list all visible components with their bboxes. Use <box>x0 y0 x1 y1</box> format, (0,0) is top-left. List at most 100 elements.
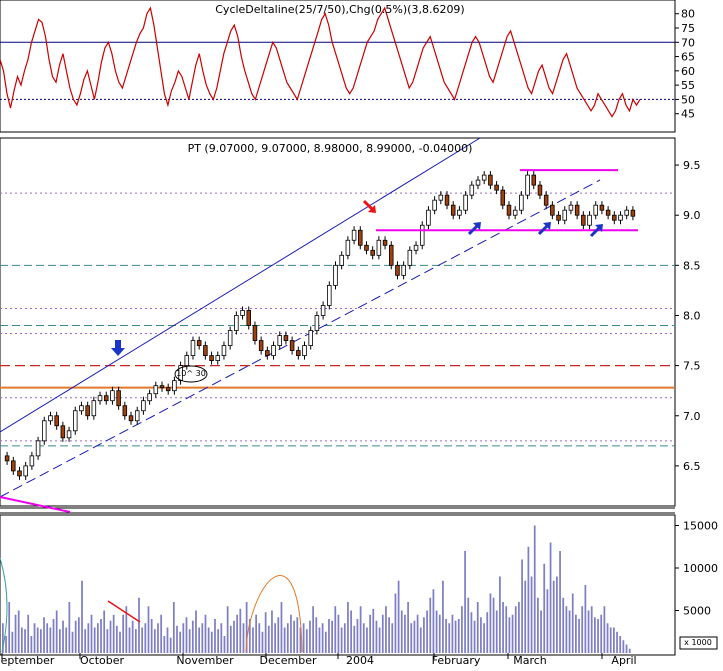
volume-bar <box>502 602 504 653</box>
candle-body <box>196 340 202 346</box>
volume-bar <box>309 620 311 653</box>
volume-bar <box>578 619 580 653</box>
price-tick-label: 8.5 <box>683 259 701 272</box>
volume-bar <box>483 623 485 653</box>
candle-body <box>91 400 97 417</box>
volume-bar <box>508 617 511 653</box>
volume-bar <box>600 614 603 653</box>
candle-body <box>97 395 103 402</box>
volume-bar <box>14 614 17 653</box>
volume-unit-label: x 1000 <box>684 638 712 647</box>
volume-bar <box>160 614 163 653</box>
candle-body <box>388 244 394 266</box>
volume-bar <box>239 608 242 653</box>
candle-body <box>110 390 115 402</box>
volume-bar <box>426 610 428 653</box>
volume-bar <box>590 606 593 653</box>
volume-bar <box>36 627 39 653</box>
magenta-trend-line <box>0 496 71 513</box>
volume-bar <box>575 614 577 653</box>
candle-body <box>481 174 487 181</box>
blue-down-arrow-icon <box>111 340 125 356</box>
oscillator-title: CycleDeltaline(25/7/50),Chg(0.5%)(3,8.62… <box>215 3 464 16</box>
volume-bar <box>27 614 30 653</box>
candle-body <box>401 264 406 276</box>
volume-bar <box>476 602 479 653</box>
volume-bar <box>182 623 185 653</box>
volume-bar <box>119 631 121 653</box>
candle-body <box>48 415 53 422</box>
volume-bar <box>537 597 539 653</box>
candle-body <box>35 440 41 457</box>
volume-bar <box>448 623 451 653</box>
price-tick-label: 9.0 <box>683 209 701 222</box>
volume-bar <box>404 614 406 653</box>
volume-bar <box>613 627 615 653</box>
volume-bar <box>606 623 609 653</box>
month-label: September <box>0 654 55 667</box>
candle-body <box>277 335 282 346</box>
volume-bar <box>74 620 77 653</box>
volume-bar <box>157 623 159 653</box>
volume-bar <box>226 606 229 653</box>
volume-bar <box>391 623 394 653</box>
candle-body <box>618 214 623 221</box>
volume-bar <box>185 617 188 653</box>
month-label: February <box>432 654 481 667</box>
volume-bar <box>55 610 58 653</box>
volume-bar <box>20 627 23 653</box>
month-label: October <box>80 654 124 667</box>
volume-bar <box>131 620 134 653</box>
volume-bar <box>362 623 365 653</box>
price-title: PT (9.07000, 9.07000, 8.98000, 8.99000, … <box>188 142 473 155</box>
volume-bar <box>312 606 314 653</box>
volume-bar <box>495 610 498 653</box>
volume-bar <box>223 636 226 653</box>
candle-body <box>54 415 59 427</box>
volume-bar <box>410 623 413 653</box>
candle-body <box>190 340 196 356</box>
volume-bar <box>302 623 305 653</box>
volume-bar <box>96 623 99 653</box>
candle-body <box>599 204 605 211</box>
volume-bar <box>153 629 156 653</box>
volume-bar <box>457 619 460 653</box>
oscillator-tick-label: 60 <box>681 65 695 78</box>
candle-body <box>215 355 221 362</box>
candle-body <box>593 204 598 216</box>
volume-bar <box>416 614 419 653</box>
price-tick-label: 6.5 <box>683 460 701 473</box>
blue-arrow-shaft <box>589 226 601 238</box>
volume-bar <box>106 629 109 653</box>
volume-bar <box>609 627 612 653</box>
candle-body <box>444 194 450 206</box>
volume-bar <box>229 625 232 653</box>
candle-body <box>488 174 493 186</box>
month-label: 2004 <box>346 654 374 667</box>
candle-body <box>333 264 338 286</box>
volume-bar <box>461 606 463 653</box>
candle-body <box>209 355 214 362</box>
volume-bar <box>315 617 318 653</box>
volume-bar <box>337 614 340 653</box>
oscillator-tick-label: 45 <box>681 108 695 121</box>
candle-body <box>203 345 208 356</box>
volume-bar <box>33 623 36 653</box>
circle-label: 10^ 30 <box>176 369 206 378</box>
volume-bar <box>473 620 476 653</box>
candle-body <box>234 315 239 331</box>
candle-body <box>302 345 307 356</box>
volume-bar <box>442 580 444 653</box>
volume-bar <box>438 614 441 653</box>
volume-bar <box>305 629 308 653</box>
volume-bar <box>163 636 166 653</box>
oscillator-tick-label: 70 <box>681 36 695 49</box>
volume-bar <box>347 602 349 653</box>
volume-bar <box>39 629 42 653</box>
candle-body <box>450 204 456 216</box>
volume-bar <box>445 619 447 653</box>
volume-bar <box>169 637 172 653</box>
volume-bar <box>103 610 106 653</box>
candle-body <box>550 204 555 216</box>
volume-bar <box>603 606 606 653</box>
